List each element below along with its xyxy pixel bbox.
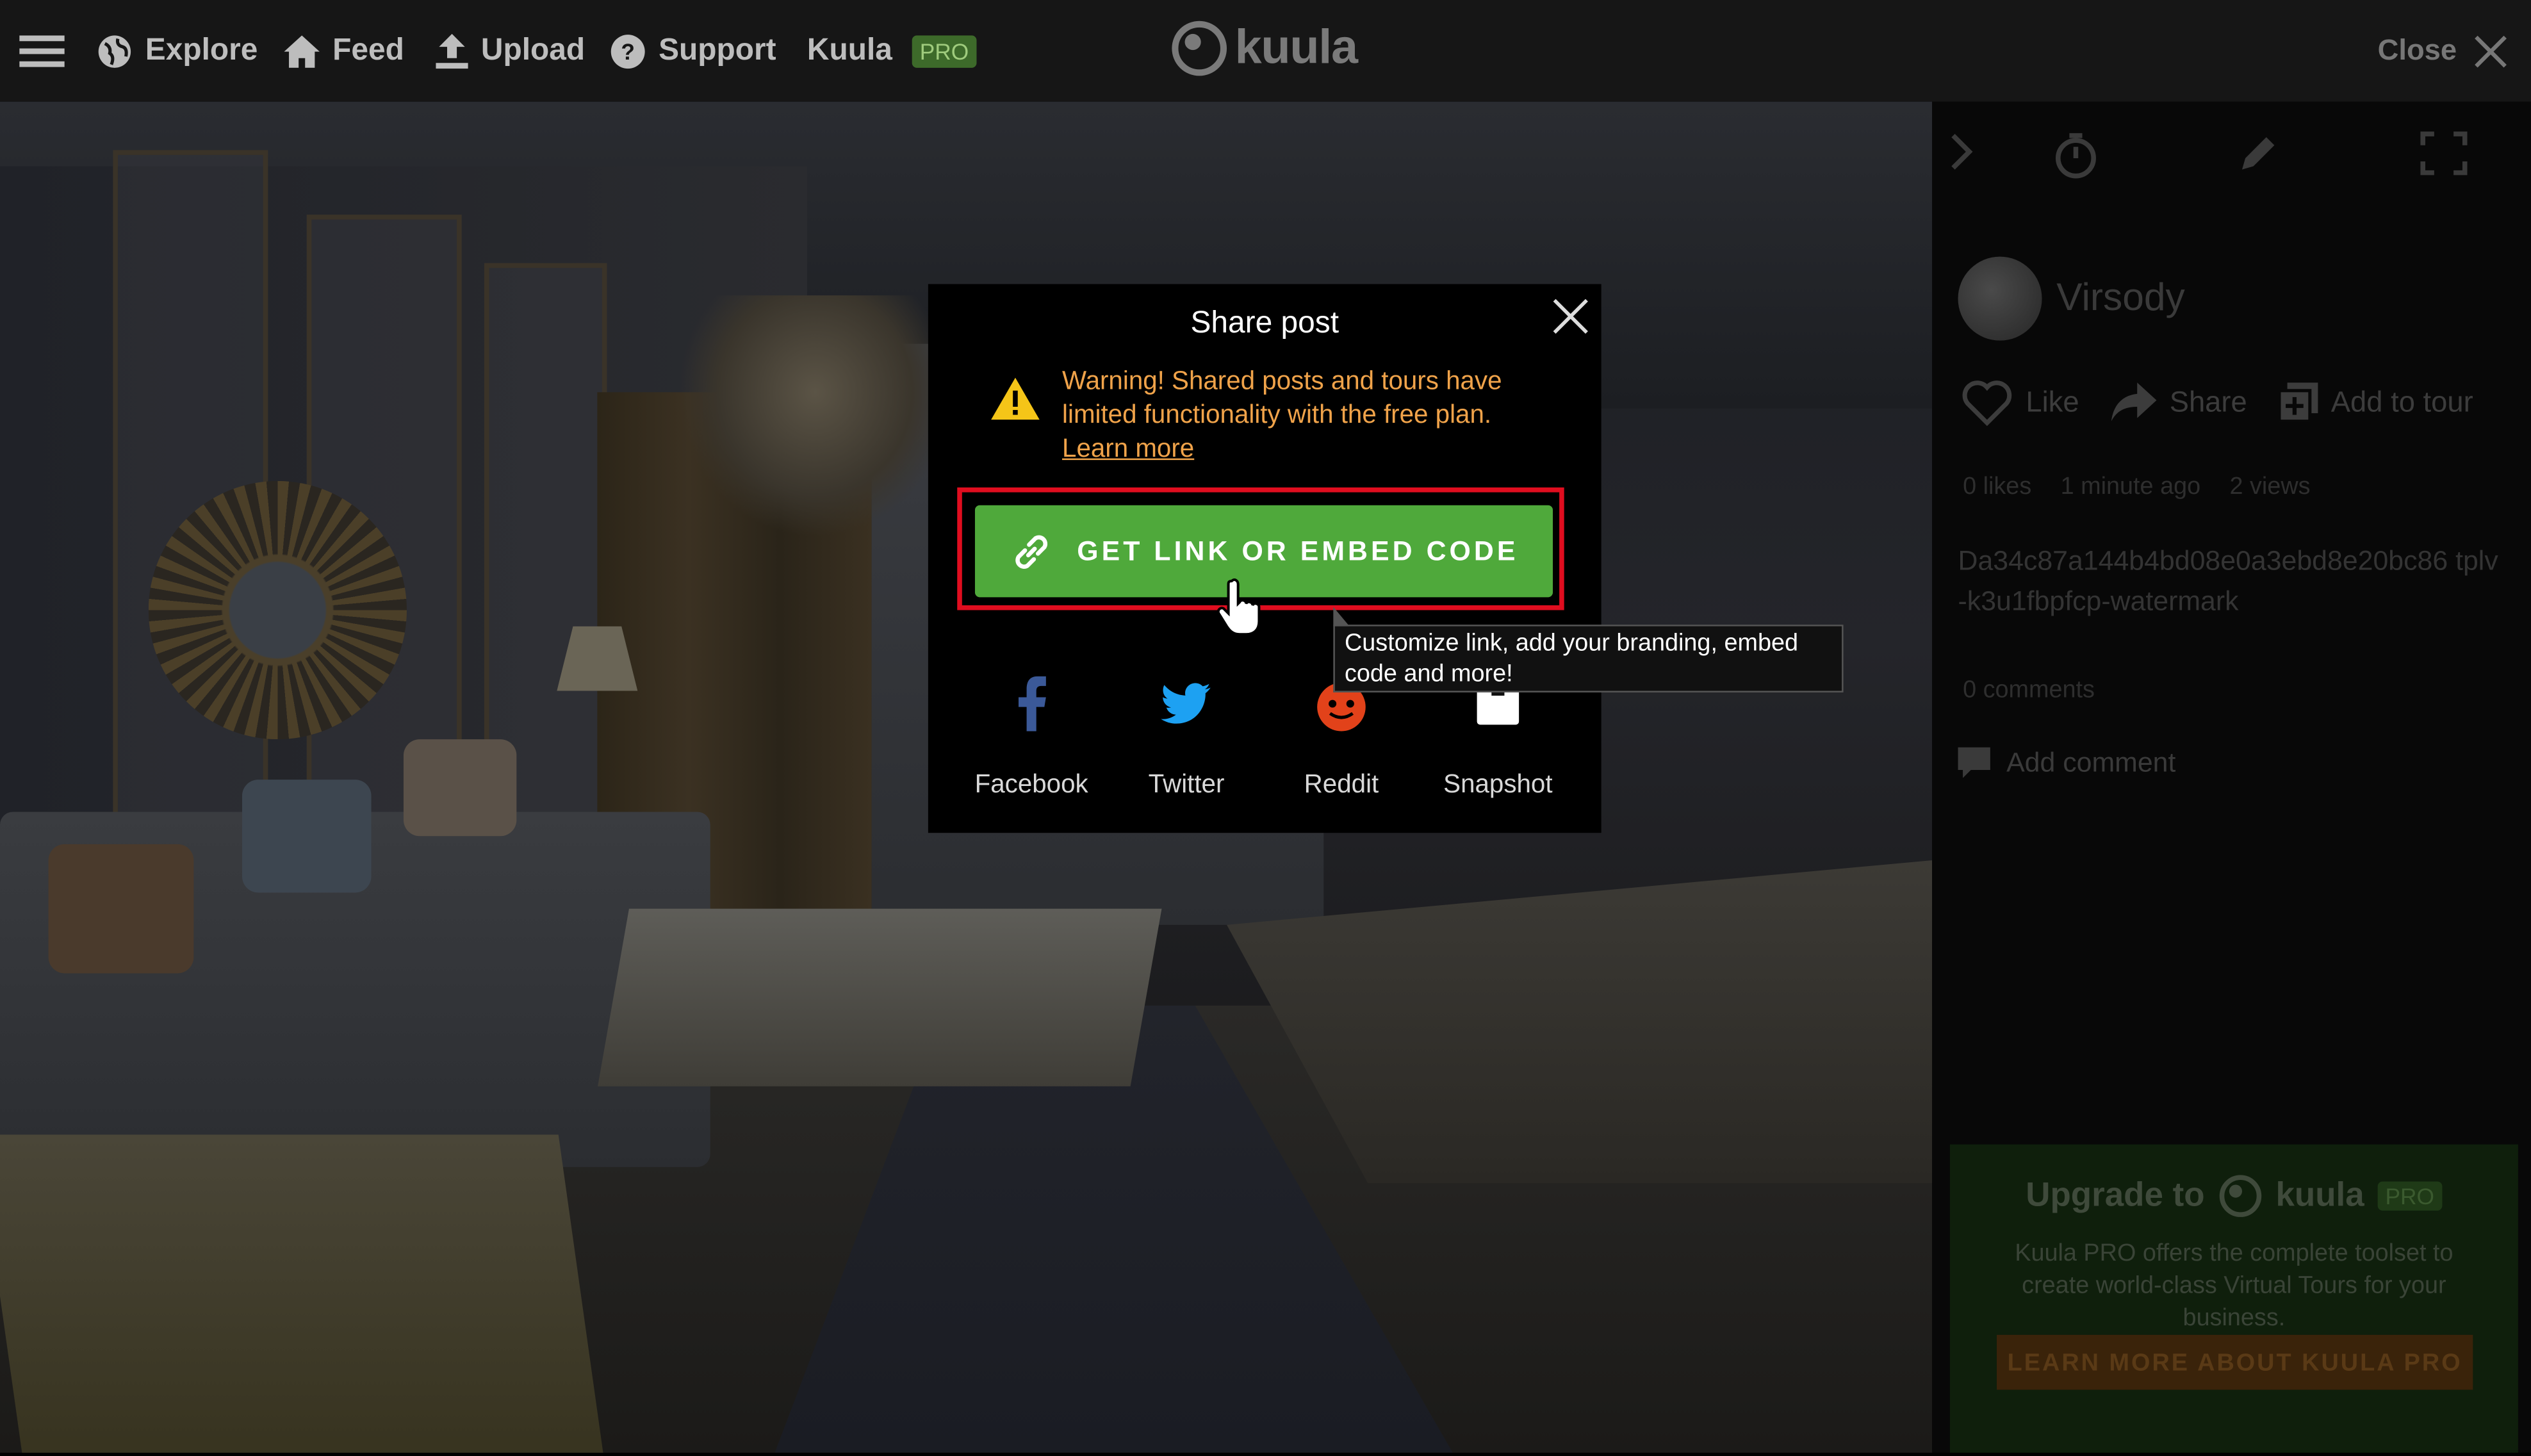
upgrade-promo: Upgrade to kuula PRO Kuula PRO offers th… (1949, 1144, 2518, 1453)
learn-more-link[interactable]: Learn more (1062, 436, 1194, 463)
share-snapshot-label: Snapshot (1443, 771, 1553, 799)
help-icon: ? (610, 33, 645, 68)
upgrade-description: Kuula PRO offers the complete toolset to… (2015, 1239, 2453, 1332)
brand-label: Kuula (807, 33, 892, 67)
collapse-sidebar-button[interactable] (1948, 131, 1974, 181)
close-icon (2475, 35, 2507, 67)
share-twitter-label: Twitter (1148, 771, 1225, 799)
learn-more-pro-button[interactable]: LEARN MORE ABOUT KUULA PRO (1996, 1334, 2473, 1390)
close-icon (1553, 299, 1588, 334)
share-reddit-label: Reddit (1304, 771, 1379, 799)
add-comment-button[interactable]: Add comment (1958, 747, 2176, 780)
hamburger-icon (19, 35, 65, 67)
share-icon (2111, 382, 2157, 421)
like-button[interactable]: Like (1962, 378, 2079, 427)
nav-upload[interactable]: Upload (436, 0, 585, 102)
post-description: Da34c87a144b4bd08e0a3ebd8e20bc86 tplv-k3… (1958, 545, 2498, 617)
avatar[interactable] (1958, 256, 2042, 341)
ottoman (0, 1134, 604, 1453)
menu-button[interactable] (19, 0, 65, 102)
fullscreen-icon (2420, 131, 2468, 176)
post-stats: 0 likes 1 minute ago 2 views (1963, 473, 2311, 500)
logo-circle-icon (2219, 1175, 2261, 1217)
hand-cursor-icon (1215, 578, 1270, 644)
comments-count: 0 comments (1963, 676, 2095, 704)
warning-icon (990, 376, 1042, 429)
add-comment-label: Add comment (2006, 747, 2176, 778)
link-icon (1015, 534, 1048, 568)
user-name[interactable]: Virsody (2056, 276, 2185, 322)
pencil-icon (2242, 137, 2275, 170)
add-to-tour-button[interactable]: Add to tour (2279, 382, 2473, 421)
modal-title: Share post (1190, 306, 1339, 341)
nav-feed[interactable]: Feed (284, 0, 404, 102)
cta-label: GET LINK OR EMBED CODE (1077, 535, 1519, 566)
logo-circle-icon (1172, 20, 1227, 76)
views-count: 2 views (2229, 473, 2311, 501)
sunburst-mirror (148, 480, 407, 740)
upgrade-logo-text: kuula (2275, 1176, 2364, 1214)
cushion (48, 844, 194, 974)
cushion (242, 780, 372, 893)
share-label: Share (2169, 384, 2247, 418)
share-modal: Share post Warning! Shared posts and tou… (928, 284, 1601, 833)
logo-text: kuula (1234, 20, 1358, 74)
timer-icon (2055, 133, 2096, 179)
modal-close-button[interactable] (1552, 297, 1590, 336)
add-to-tour-label: Add to tour (2330, 384, 2473, 418)
cta-tooltip: Customize link, add your branding, embed… (1333, 607, 1844, 692)
upgrade-title-prefix: Upgrade to (2026, 1176, 2205, 1214)
add-to-tour-icon (2279, 382, 2318, 421)
post-time: 1 minute ago (2060, 473, 2201, 501)
chandelier (678, 295, 953, 538)
coffee-table (598, 908, 1162, 1086)
edit-button[interactable] (2236, 131, 2281, 184)
globe-icon (98, 35, 131, 67)
chevron-right-icon (1951, 133, 1973, 170)
top-bar: Explore Feed Upload ? Support Kuula PRO … (0, 0, 2531, 102)
close-label: Close (2377, 33, 2457, 67)
fullscreen-button[interactable] (2420, 131, 2468, 184)
likes-count: 0 likes (1963, 473, 2032, 501)
share-twitter[interactable]: Twitter (1109, 671, 1264, 801)
nav-explore[interactable]: Explore (97, 0, 258, 102)
upgrade-title: Upgrade to kuula PRO (1950, 1174, 2518, 1219)
nav-feed-label: Feed (332, 33, 404, 67)
facebook-icon (1018, 676, 1046, 732)
nav-support-label: Support (659, 33, 776, 67)
share-facebook[interactable]: Facebook (954, 671, 1109, 801)
post-sidebar: Virsody Like Share Add to tour 0 likes 1… (1932, 101, 2531, 1453)
heart-icon (1962, 380, 2012, 427)
kuula-logo[interactable]: kuula (1170, 19, 1358, 78)
brand-pro-link[interactable]: Kuula PRO (807, 0, 977, 102)
comment-icon (1958, 747, 1990, 778)
warning-text: Warning! Shared posts and tours have lim… (1062, 368, 1502, 430)
post-actions: Like Share Add to tour (1962, 376, 2506, 428)
autoplay-button[interactable] (2052, 131, 2101, 187)
upload-icon (436, 33, 468, 68)
upgrade-pro-badge: PRO (2377, 1181, 2443, 1211)
svg-text:?: ? (621, 39, 635, 64)
close-viewer-button[interactable]: Close (2378, 0, 2509, 102)
share-button[interactable]: Share (2111, 382, 2247, 421)
pro-badge: PRO (912, 35, 977, 67)
app-root: Explore Feed Upload ? Support Kuula PRO … (0, 0, 2531, 1456)
nav-explore-label: Explore (145, 33, 258, 67)
like-label: Like (2026, 384, 2079, 418)
home-icon (284, 35, 320, 67)
twitter-icon (1161, 683, 1211, 724)
share-facebook-label: Facebook (974, 771, 1088, 799)
nav-upload-label: Upload (480, 33, 586, 67)
nav-support[interactable]: ? Support (610, 0, 776, 102)
warning-message: Warning! Shared posts and tours have lim… (1062, 364, 1546, 466)
cushion (403, 739, 517, 837)
